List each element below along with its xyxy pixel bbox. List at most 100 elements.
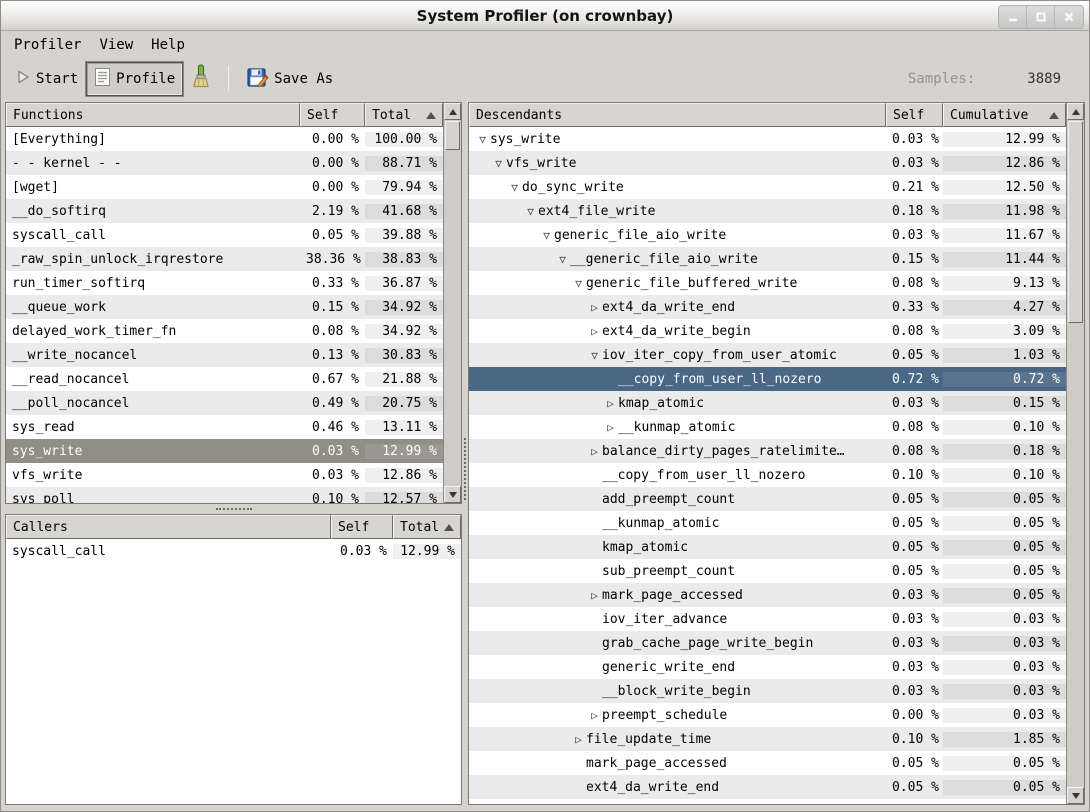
tree-row[interactable]: __kunmap_atomic0.05 %0.05 % [469, 511, 1066, 535]
functions-self-column-header[interactable]: Self [300, 103, 365, 127]
tree-row[interactable]: ▷file_update_time0.10 %1.85 % [469, 727, 1066, 751]
descendants-column-header[interactable]: Descendants [469, 103, 886, 127]
tree-row[interactable]: ▽ext4_file_write0.18 %11.98 % [469, 199, 1066, 223]
tree-row[interactable]: ▷ext4_da_write_end0.33 %4.27 % [469, 295, 1066, 319]
table-row[interactable]: sys_read0.46 %13.11 % [6, 415, 443, 439]
callers-total-column-header[interactable]: Total [393, 515, 461, 539]
tree-row[interactable]: add_preempt_count0.03 %0.03 % [469, 799, 1066, 804]
scroll-down-button[interactable] [444, 486, 461, 503]
table-row[interactable]: delayed_work_timer_fn0.08 %34.92 % [6, 319, 443, 343]
callers-column-header[interactable]: Callers [6, 515, 331, 539]
tree-row[interactable]: ext4_da_write_end0.05 %0.05 % [469, 775, 1066, 799]
callers-self-column-header[interactable]: Self [331, 515, 393, 539]
vertical-pane-splitter[interactable] [462, 102, 468, 805]
cumulative-percent: 12.50 % [943, 180, 1066, 195]
expander-open-icon[interactable]: ▽ [475, 133, 490, 146]
tree-row[interactable]: sub_preempt_count0.05 %0.05 % [469, 559, 1066, 583]
table-row[interactable]: sys_write0.03 %12.99 % [6, 439, 443, 463]
scrollbar-thumb[interactable] [445, 121, 460, 150]
tree-row[interactable]: ▷ext4_da_write_begin0.08 %3.09 % [469, 319, 1066, 343]
scroll-up-button[interactable] [1067, 103, 1084, 120]
reset-button[interactable] [183, 59, 219, 99]
table-row[interactable]: __queue_work0.15 %34.92 % [6, 295, 443, 319]
maximize-button[interactable] [1027, 6, 1055, 28]
expander-open-icon[interactable]: ▽ [507, 181, 522, 194]
tree-row[interactable]: ▽do_sync_write0.21 %12.50 % [469, 175, 1066, 199]
function-name: iov_iter_advance [602, 612, 727, 627]
table-row[interactable]: [wget]0.00 %79.94 % [6, 175, 443, 199]
horizontal-pane-splitter[interactable] [5, 504, 462, 514]
table-row[interactable]: - - kernel - -0.00 %88.71 % [6, 151, 443, 175]
function-name: grab_cache_page_write_begin [602, 636, 813, 651]
table-row[interactable]: sys_poll0.10 %12.57 % [6, 487, 443, 503]
table-row[interactable]: __poll_nocancel0.49 %20.75 % [6, 391, 443, 415]
self-percent: 0.05 % [886, 348, 943, 363]
tree-row[interactable]: ▷balance_dirty_pages_ratelimite…0.08 %0.… [469, 439, 1066, 463]
functions-total-column-header[interactable]: Total [365, 103, 443, 127]
close-button[interactable] [1055, 6, 1083, 28]
expander-open-icon[interactable]: ▽ [571, 277, 586, 290]
expander-open-icon[interactable]: ▽ [555, 253, 570, 266]
descendants-cumulative-column-header[interactable]: Cumulative [943, 103, 1066, 127]
tree-row[interactable]: grab_cache_page_write_begin0.03 %0.03 % [469, 631, 1066, 655]
profile-toggle-button[interactable]: Profile [86, 62, 183, 96]
table-row[interactable]: run_timer_softirq0.33 %36.87 % [6, 271, 443, 295]
minimize-button[interactable] [999, 6, 1027, 28]
descendants-scrollbar[interactable] [1066, 103, 1084, 804]
cumulative-percent: 0.05 % [943, 540, 1066, 555]
expander-collapsed-icon[interactable]: ▷ [571, 733, 586, 746]
descendants-self-column-header[interactable]: Self [886, 103, 943, 127]
tree-row[interactable]: ▷preempt_schedule0.00 %0.03 % [469, 703, 1066, 727]
tree-row[interactable]: kmap_atomic0.05 %0.05 % [469, 535, 1066, 559]
tree-row[interactable]: __copy_from_user_ll_nozero0.10 %0.10 % [469, 463, 1066, 487]
expander-open-icon[interactable]: ▽ [491, 157, 506, 170]
expander-collapsed-icon[interactable]: ▷ [603, 397, 618, 410]
tree-row[interactable]: ▽iov_iter_copy_from_user_atomic0.05 %1.0… [469, 343, 1066, 367]
table-row[interactable]: __write_nocancel0.13 %30.83 % [6, 343, 443, 367]
tree-row[interactable]: mark_page_accessed0.05 %0.05 % [469, 751, 1066, 775]
tree-row[interactable]: iov_iter_advance0.03 %0.03 % [469, 607, 1066, 631]
table-row[interactable]: __do_softirq2.19 %41.68 % [6, 199, 443, 223]
tree-row[interactable]: generic_write_end0.03 %0.03 % [469, 655, 1066, 679]
save-as-button[interactable]: Save As [238, 61, 341, 98]
tree-row[interactable]: ▽generic_file_buffered_write0.08 %9.13 % [469, 271, 1066, 295]
table-row[interactable]: vfs_write0.03 %12.86 % [6, 463, 443, 487]
scrollbar-trough[interactable] [444, 120, 461, 486]
total-percent: 79.94 % [365, 180, 443, 195]
table-row[interactable]: __read_nocancel0.67 %21.88 % [6, 367, 443, 391]
expander-collapsed-icon[interactable]: ▷ [587, 709, 602, 722]
table-row[interactable]: _raw_spin_unlock_irqrestore38.36 %38.83 … [6, 247, 443, 271]
menu-view[interactable]: View [90, 34, 142, 56]
menu-profiler[interactable]: Profiler [5, 34, 90, 56]
tree-row[interactable]: add_preempt_count0.05 %0.05 % [469, 487, 1066, 511]
table-row[interactable]: syscall_call0.05 %39.88 % [6, 223, 443, 247]
tree-row[interactable]: ▽generic_file_aio_write0.03 %11.67 % [469, 223, 1066, 247]
tree-row[interactable]: ▽__generic_file_aio_write0.15 %11.44 % [469, 247, 1066, 271]
expander-open-icon[interactable]: ▽ [587, 349, 602, 362]
expander-collapsed-icon[interactable]: ▷ [603, 421, 618, 434]
functions-scrollbar[interactable] [443, 103, 461, 503]
tree-row[interactable]: __copy_from_user_ll_nozero0.72 %0.72 % [469, 367, 1066, 391]
tree-row[interactable]: ▽vfs_write0.03 %12.86 % [469, 151, 1066, 175]
scroll-up-button[interactable] [444, 103, 461, 120]
start-button[interactable]: Start [7, 64, 86, 94]
expander-open-icon[interactable]: ▽ [523, 205, 538, 218]
tree-row[interactable]: ▷kmap_atomic0.03 %0.15 % [469, 391, 1066, 415]
expander-collapsed-icon[interactable]: ▷ [587, 301, 602, 314]
tree-row[interactable]: ▽sys_write0.03 %12.99 % [469, 127, 1066, 151]
tree-row[interactable]: ▷__kunmap_atomic0.08 %0.10 % [469, 415, 1066, 439]
expander-open-icon[interactable]: ▽ [539, 229, 554, 242]
expander-collapsed-icon[interactable]: ▷ [587, 589, 602, 602]
scrollbar-thumb[interactable] [1068, 121, 1083, 323]
tree-row[interactable]: __block_write_begin0.03 %0.03 % [469, 679, 1066, 703]
functions-column-header[interactable]: Functions [6, 103, 300, 127]
self-percent: 2.19 % [300, 204, 365, 219]
tree-row[interactable]: ▷mark_page_accessed0.03 %0.05 % [469, 583, 1066, 607]
menu-help[interactable]: Help [142, 34, 194, 56]
scroll-down-button[interactable] [1067, 787, 1084, 804]
table-row[interactable]: [Everything]0.00 %100.00 % [6, 127, 443, 151]
scrollbar-trough[interactable] [1067, 120, 1084, 787]
expander-collapsed-icon[interactable]: ▷ [587, 445, 602, 458]
table-row[interactable]: syscall_call0.03 %12.99 % [6, 539, 461, 563]
expander-collapsed-icon[interactable]: ▷ [587, 325, 602, 338]
